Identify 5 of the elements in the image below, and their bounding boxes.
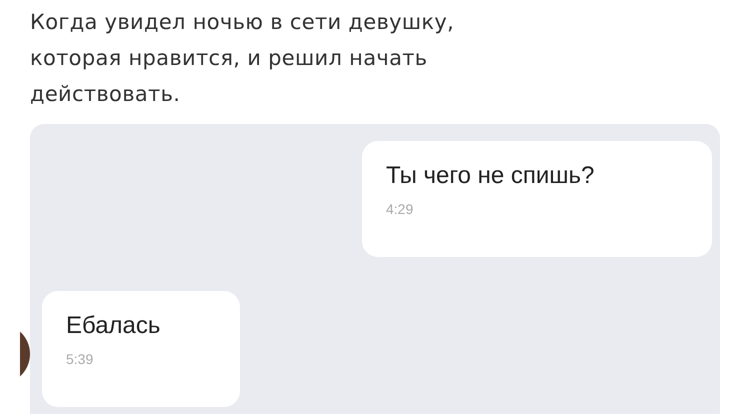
message-text: Ты чего не спишь? (386, 161, 596, 191)
caption: Когда увидел ночью в сети девушку, которая нравится, и решил начать действовать. (30, 9, 456, 108)
message-time: 5:39 (66, 350, 94, 369)
message-text: Ебалась (66, 311, 162, 341)
message-time: 4:29 (386, 200, 414, 219)
